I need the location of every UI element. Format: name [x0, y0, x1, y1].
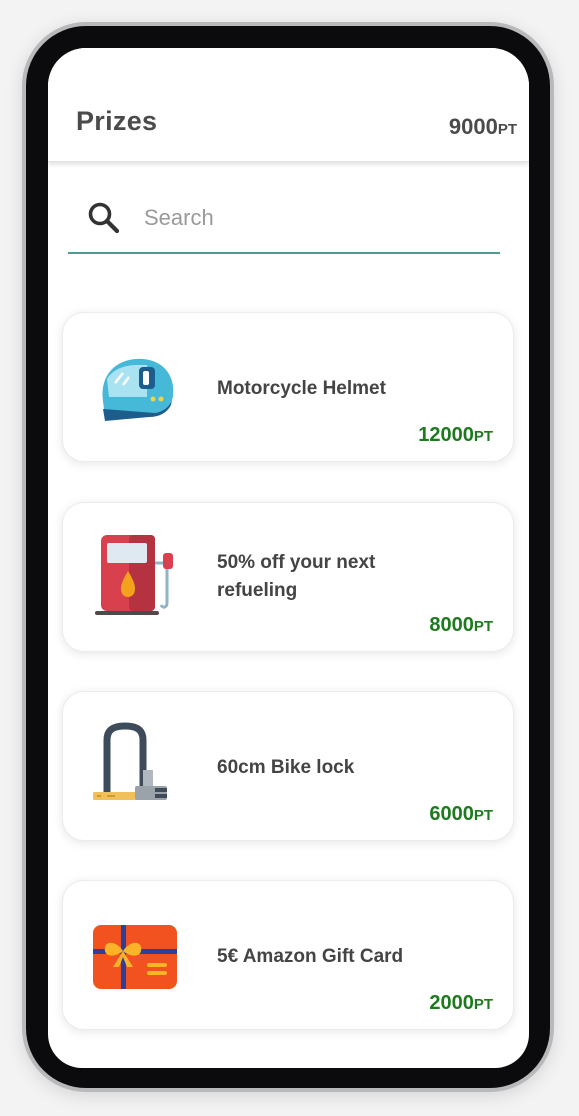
prize-card-refueling[interactable]: 50% off your next refueling 8000PT: [62, 502, 514, 652]
prize-price-unit: PT: [473, 807, 493, 824]
search-icon[interactable]: [86, 200, 122, 236]
bike-lock-icon: [93, 722, 167, 800]
prize-price: 6000PT: [429, 803, 493, 826]
balance-unit: PT: [497, 121, 517, 138]
prize-price-unit: PT: [473, 996, 493, 1013]
app-screen: Prizes 9000PT Motorcycle Helmet 12000PT: [48, 48, 529, 1068]
search-bar[interactable]: [68, 188, 500, 254]
prize-name: 60cm Bike lock: [217, 757, 355, 778]
prize-price: 12000PT: [418, 424, 493, 447]
prize-price-value: 2000: [429, 992, 474, 1014]
balance-value: 9000: [448, 114, 498, 139]
prize-price-value: 8000: [429, 614, 474, 636]
gift-card-icon: [93, 925, 177, 989]
fuel-pump-icon: [95, 535, 173, 615]
prize-price-value: 12000: [418, 424, 474, 446]
prize-card-gift-card[interactable]: 5€ Amazon Gift Card 2000PT: [62, 880, 514, 1030]
prize-name: 5€ Amazon Gift Card: [217, 946, 404, 967]
prize-card-bike-lock[interactable]: 60cm Bike lock 6000PT: [62, 691, 514, 841]
points-balance: 9000PT: [449, 114, 517, 140]
page-title: Prizes: [76, 106, 158, 136]
search-input[interactable]: [144, 202, 474, 234]
prize-price-unit: PT: [473, 428, 493, 445]
prize-price: 8000PT: [429, 614, 493, 637]
prize-price: 2000PT: [429, 992, 493, 1015]
prize-price-value: 6000: [429, 803, 474, 825]
prize-name: 50% off your next refueling: [217, 552, 376, 601]
prize-card-helmet[interactable]: Motorcycle Helmet 12000PT: [62, 312, 514, 462]
app-header: Prizes 9000PT: [48, 48, 529, 162]
helmet-icon: [102, 358, 174, 421]
prize-price-unit: PT: [473, 618, 493, 635]
prize-name: Motorcycle Helmet: [217, 378, 386, 399]
